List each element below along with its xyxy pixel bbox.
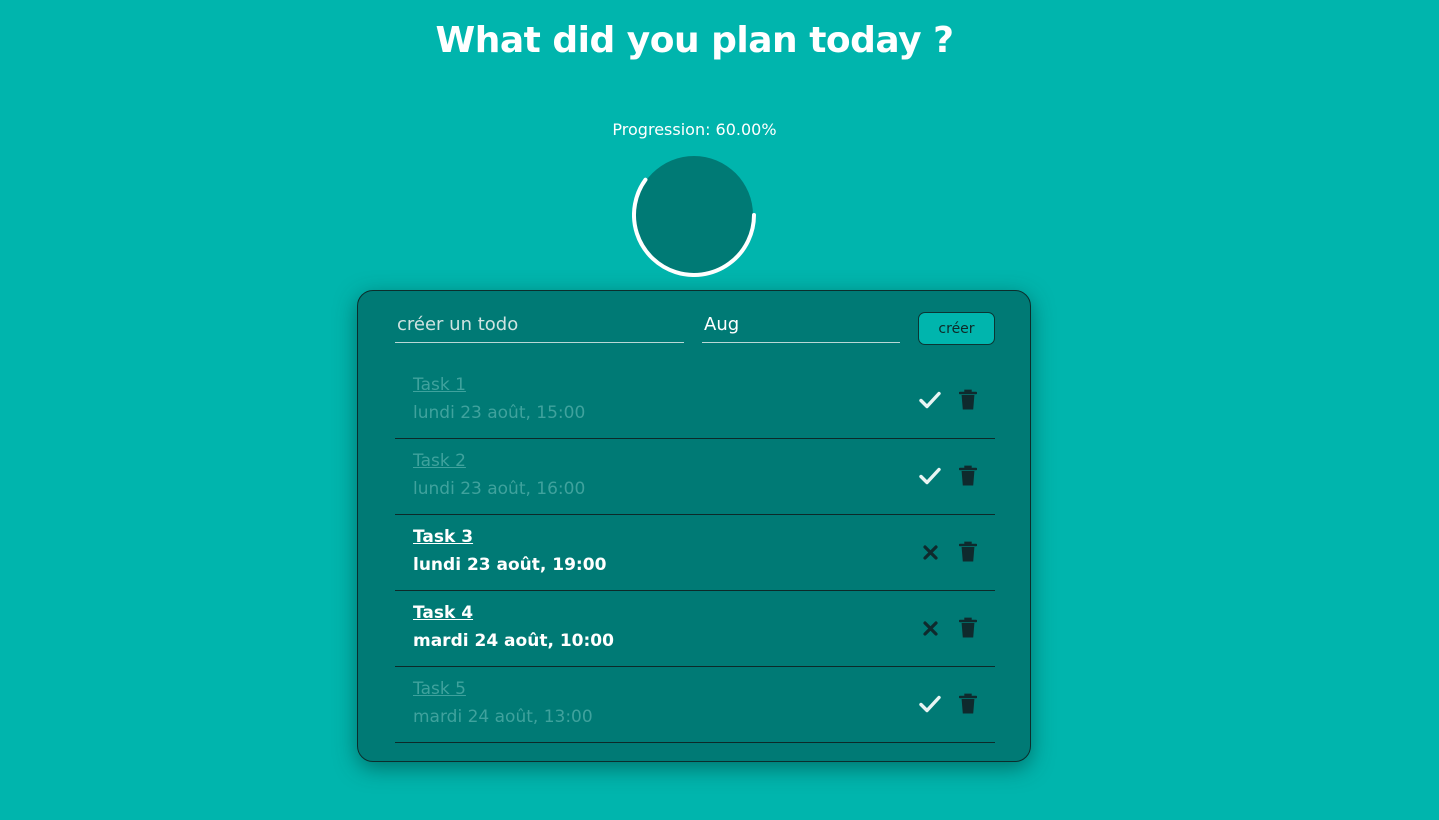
close-icon [922, 620, 938, 636]
todo-name-link[interactable]: Task 2 [413, 451, 466, 471]
delete-button[interactable] [955, 463, 981, 489]
progress-ring [632, 156, 756, 277]
todo-item: Task 5 mardi 24 août, 13:00 [395, 667, 995, 743]
create-button[interactable]: créer [918, 312, 995, 345]
todo-item: Task 4 mardi 24 août, 10:00 [395, 591, 995, 667]
todo-input[interactable] [395, 307, 684, 343]
todo-date: lundi 23 août, 15:00 [413, 403, 586, 423]
trash-icon [959, 541, 977, 563]
check-icon [919, 695, 941, 713]
delete-button[interactable] [955, 691, 981, 717]
trash-icon [959, 617, 977, 639]
todo-item: Task 2 lundi 23 août, 16:00 [395, 439, 995, 515]
delete-button[interactable] [955, 387, 981, 413]
todo-date: lundi 23 août, 19:00 [413, 555, 607, 575]
todo-item: Task 1 lundi 23 août, 15:00 [395, 363, 995, 439]
check-icon [919, 391, 941, 409]
check-icon [919, 467, 941, 485]
todo-date: mardi 24 août, 13:00 [413, 707, 593, 727]
toggle-done-button[interactable] [917, 539, 943, 565]
todo-date: mardi 24 août, 10:00 [413, 631, 614, 651]
trash-icon [959, 389, 977, 411]
todo-list: Task 1 lundi 23 août, 15:00 Task 2 lundi… [395, 363, 995, 743]
delete-button[interactable] [955, 615, 981, 641]
trash-icon [959, 693, 977, 715]
todo-card: créer Task 1 lundi 23 août, 15:00 Task 2… [357, 290, 1031, 762]
toggle-done-button[interactable] [917, 615, 943, 641]
todo-name-link[interactable]: Task 3 [413, 527, 473, 547]
todo-name-link[interactable]: Task 5 [413, 679, 466, 699]
todo-name-link[interactable]: Task 4 [413, 603, 473, 623]
todo-name-link[interactable]: Task 1 [413, 375, 466, 395]
page-title: What did you plan today ? [435, 20, 955, 61]
trash-icon [959, 465, 977, 487]
progress-label: Progression: 60.00% [612, 120, 777, 139]
date-input[interactable] [702, 307, 900, 343]
todo-date: lundi 23 août, 16:00 [413, 479, 586, 499]
toggle-done-button[interactable] [917, 463, 943, 489]
delete-button[interactable] [955, 539, 981, 565]
toggle-done-button[interactable] [917, 387, 943, 413]
toggle-done-button[interactable] [917, 691, 943, 717]
close-icon [922, 544, 938, 560]
todo-item: Task 3 lundi 23 août, 19:00 [395, 515, 995, 591]
